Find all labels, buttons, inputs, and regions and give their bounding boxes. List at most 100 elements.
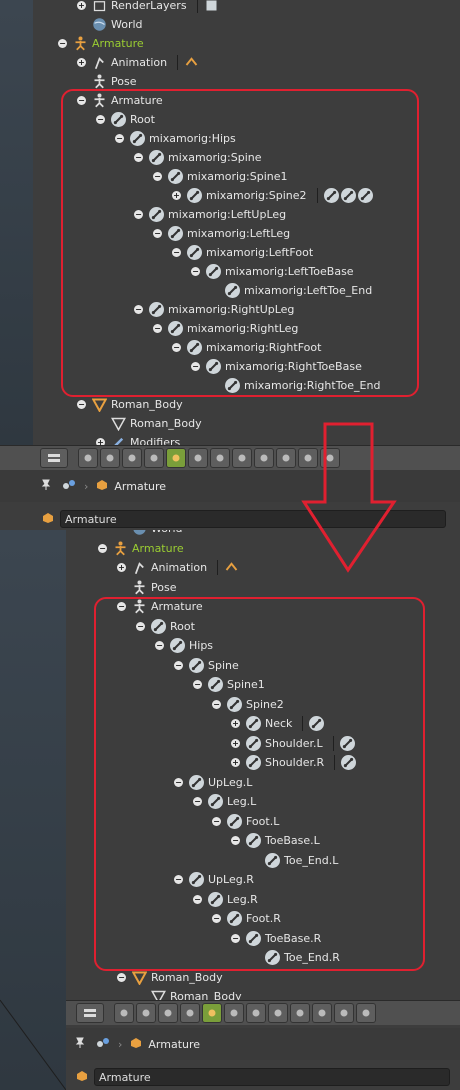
highlight-box-bottom [94,597,425,971]
breadcrumb-label: Armature [148,1037,201,1051]
mesh-object-icon [92,397,107,412]
datablock-type-icon[interactable] [76,1070,88,1085]
outliner-row[interactable]: − Roman_Body [77,395,183,414]
world-icon [92,17,107,32]
render-layers-tab-icon[interactable] [136,1003,156,1023]
outliner-row[interactable]: + RenderLayers [77,0,223,15]
outliner-row[interactable]: + Animation [77,53,203,72]
world-tab-icon[interactable] [144,448,164,468]
outliner-item-label: Animation [111,56,168,69]
render-tab-icon[interactable] [114,1003,134,1023]
datablock-name: Armature [99,1070,151,1084]
outliner-item-label: Roman_Body [111,398,183,411]
outliner-row[interactable]: Roman_Body [136,987,242,1000]
collapse-toggle-icon[interactable]: + [117,563,126,572]
scene-tab-icon[interactable] [158,1003,178,1023]
outliner-row[interactable]: + Animation [117,558,243,577]
render-tab-icon[interactable] [78,448,98,468]
bone-constraints-tab-icon[interactable] [312,1003,332,1023]
render-layers-tab-icon[interactable] [100,448,120,468]
breadcrumb-bottom: › Armature [66,1028,460,1060]
collapse-toggle-icon[interactable]: + [77,58,86,67]
modifiers-tab-icon[interactable] [210,448,230,468]
render-layer-icon[interactable] [204,0,219,13]
outliner-item-label: Animation [151,561,208,574]
outliner-row[interactable]: World [77,15,143,34]
render-layers-icon [92,0,107,13]
outliner-row[interactable]: Pose [117,578,176,597]
animation-icon [132,560,147,575]
bone-tab-icon[interactable] [254,448,274,468]
action-icon[interactable] [224,560,239,575]
constraints-tab-icon[interactable] [224,1003,244,1023]
collapse-toggle-icon[interactable]: − [98,543,107,553]
object-tab-icon[interactable] [202,1003,222,1023]
armature-data-small-icon [96,479,108,494]
pose-icon [92,74,107,89]
datablock-type-icon[interactable] [42,512,54,527]
bone-tab-icon[interactable] [290,1003,310,1023]
mesh-data-icon [151,989,166,1000]
outliner-row[interactable]: − Armature [58,34,144,53]
outliner-row[interactable]: Roman_Body [96,414,202,433]
collapse-toggle-icon[interactable]: − [117,972,126,982]
properties-header-bottom [66,1000,460,1025]
material-tab-icon[interactable] [334,1003,354,1023]
highlight-box-top [61,89,419,397]
outliner-item-label: Pose [151,580,177,594]
outliner-item-label: World [111,18,143,31]
outliner-item-label: Pose [111,75,137,88]
modifier-icon [111,435,126,445]
bone-constraints-tab-icon[interactable] [276,448,296,468]
chevron-right-icon: › [118,1037,123,1051]
3d-viewport-top[interactable] [0,0,33,445]
outliner-item-label: Armature [92,37,144,50]
scene-objects-icon [96,1037,110,1052]
collapse-toggle-icon[interactable]: + [96,438,105,445]
outliner-item-label: Roman_Body [130,417,202,430]
armature-data-small-icon [130,1037,142,1052]
world-tab-icon[interactable] [180,1003,200,1023]
outliner-item-label: Roman_Body [151,970,223,984]
armature-object-icon [73,36,88,51]
datablock-name: Armature [65,512,117,526]
3d-viewport-bottom[interactable] [0,530,66,1090]
texture-tab-icon[interactable] [356,1003,376,1023]
mesh-data-icon [111,416,126,431]
outliner-item-label: Modifiers [130,436,181,445]
collapse-toggle-icon[interactable]: − [58,39,67,48]
datablock-row-bottom: Armature [66,1066,460,1088]
pin-icon[interactable] [74,1037,86,1052]
constraints-tab-icon[interactable] [188,448,208,468]
breadcrumb-label: Armature [114,479,167,493]
pin-icon[interactable] [40,479,52,494]
child-icons [177,55,203,70]
collapse-toggle-icon[interactable]: + [77,1,86,10]
mesh-object-icon [132,970,147,985]
outliner-row[interactable]: + Modifiers [96,433,180,445]
data-tab-icon[interactable] [268,1003,288,1023]
chevron-right-icon: › [84,479,89,493]
data-tab-icon[interactable] [232,448,252,468]
editor-type-button[interactable] [40,448,68,468]
child-icons [196,0,223,13]
outliner-item-label: Armature [132,541,184,555]
collapse-toggle-icon[interactable]: − [77,400,86,409]
outliner-row[interactable]: World [117,530,183,538]
child-icons [217,560,243,575]
scene-tab-icon[interactable] [122,448,142,468]
outliner-row[interactable]: − Armature [98,539,184,558]
datablock-name-field[interactable]: Armature [94,1068,450,1086]
editor-type-button[interactable] [76,1003,104,1023]
scene-objects-icon [62,479,76,494]
outliner-item-label: RenderLayers [111,0,187,12]
down-arrow-annotation [301,422,397,573]
outliner-item-label: World [151,530,183,535]
outliner-item-label: Roman_Body [170,990,242,1000]
modifiers-tab-icon[interactable] [246,1003,266,1023]
action-icon[interactable] [184,55,199,70]
world-icon [132,530,147,536]
animation-icon [92,55,107,70]
armature-object-icon [113,541,128,556]
object-tab-icon[interactable] [166,448,186,468]
